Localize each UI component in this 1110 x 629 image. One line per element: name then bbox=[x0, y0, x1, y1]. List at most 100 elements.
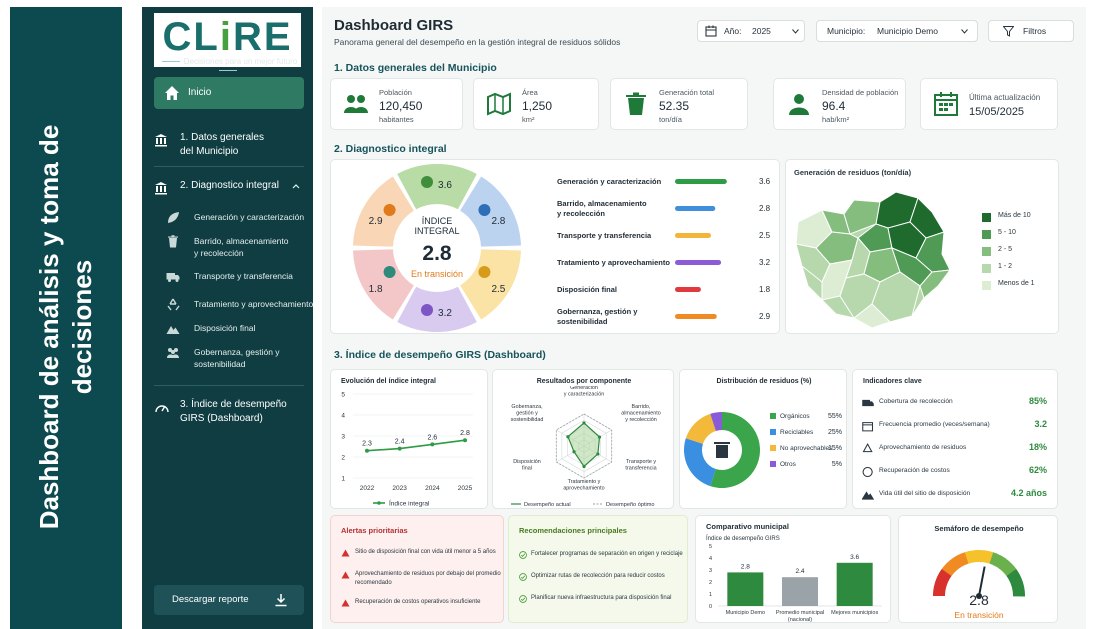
download-icon bbox=[275, 594, 287, 607]
recommendation-text: Fortalecer programas de separación en or… bbox=[531, 551, 683, 557]
recommendation-text: Optimizar rutas de recolección para redu… bbox=[531, 573, 665, 579]
component-bar bbox=[675, 260, 722, 265]
institution-icon bbox=[155, 134, 167, 147]
section-1-title: 1. Datos generales del Municipio bbox=[334, 62, 497, 74]
calendar-icon bbox=[934, 92, 958, 116]
leaf-icon bbox=[168, 212, 179, 223]
radar-axis-label: Transporte y bbox=[626, 459, 656, 465]
distribution-slice bbox=[685, 413, 716, 444]
warning-icon bbox=[341, 571, 350, 579]
y-tick-label: 2 bbox=[341, 455, 345, 462]
y-tick-label: 5 bbox=[341, 392, 345, 399]
radar-axis-label: almacenamiento bbox=[621, 411, 661, 417]
comparative-category-label: Promedio municipal bbox=[776, 610, 824, 616]
y-tick-label: 5 bbox=[709, 544, 712, 550]
component-bar bbox=[675, 179, 727, 184]
trash-icon bbox=[626, 92, 646, 115]
data-point bbox=[397, 446, 402, 451]
radar-series-actual bbox=[567, 422, 601, 468]
map-legend-item: 1 - 2 bbox=[982, 263, 1058, 275]
chevron-up-icon bbox=[292, 184, 300, 189]
download-report-button[interactable]: Descargar reporte bbox=[154, 585, 304, 615]
section-2-title: 2. Diagnostico integral bbox=[334, 143, 447, 155]
kpi-densidad: Densidad de población 96.4 hab/km² bbox=[773, 78, 906, 130]
map-legend-label: 5 - 10 bbox=[998, 229, 1016, 236]
recommendations-card: Recomendaciones principales Fortalecer p… bbox=[508, 515, 688, 623]
kpi-area: Área 1,250 km² bbox=[473, 78, 599, 130]
component-bar-value: 2.5 bbox=[759, 231, 771, 240]
donut-segment-value: 2.9 bbox=[369, 216, 383, 227]
truck-icon bbox=[166, 273, 180, 282]
mountain-icon bbox=[166, 326, 180, 334]
comparative-bar-value: 2.4 bbox=[795, 568, 804, 575]
distribution-title: Distribución de residuos (%) bbox=[716, 378, 812, 385]
component-bar-label: y recolección bbox=[557, 209, 605, 218]
diagnostico-card: ÍNDICE INTEGRAL 2.8 En transición 3.6 2.8 2… bbox=[330, 159, 780, 334]
radar-point bbox=[572, 450, 576, 454]
comparative-bar bbox=[727, 572, 764, 606]
indicator-label: Vida útil del sitio de disposición bbox=[879, 490, 971, 497]
map-legend-swatch bbox=[982, 230, 991, 239]
map-legend-item: 2 - 5 bbox=[982, 246, 1058, 258]
component-bar-label: Disposición final bbox=[557, 285, 617, 294]
donut-segment-value: 1.8 bbox=[369, 284, 383, 295]
gauge-title: Semáforo de desempeño bbox=[934, 524, 1024, 533]
comparative-bar bbox=[836, 562, 873, 606]
map-legend-label: 2 - 5 bbox=[998, 246, 1013, 253]
radar-axis-label: Barrido, bbox=[632, 404, 651, 410]
radar-point bbox=[582, 464, 586, 469]
comparative-category-label: Municipio Demo bbox=[726, 610, 765, 616]
component-bar bbox=[675, 314, 717, 319]
alert-text: Aprovechamiento de residuos por debajo d… bbox=[355, 571, 501, 577]
filters-button[interactable]: Filtros bbox=[988, 20, 1074, 42]
component-bar bbox=[675, 206, 716, 211]
comparative-bar-value: 2.8 bbox=[741, 563, 750, 570]
municipio-select[interactable]: Municipio: Municipio Demo bbox=[816, 20, 978, 42]
component-bar-label: Gobernanza, gestión y bbox=[557, 307, 638, 316]
indicator-row: Vida útil del sitio de disposición 4.2 añ… bbox=[853, 488, 1059, 503]
component-bar-label: Barrido, almacenamiento bbox=[557, 199, 647, 208]
indicator-label: Aprovechamiento de residuos bbox=[879, 444, 967, 451]
calendar-icon bbox=[705, 25, 717, 37]
component-bar bbox=[675, 287, 701, 292]
filter-icon bbox=[1003, 26, 1014, 37]
distribution-legend-swatch bbox=[770, 413, 776, 419]
map-legend-label: Menos de 1 bbox=[998, 280, 1035, 287]
check-circle-icon bbox=[519, 595, 527, 603]
y-tick-label: 1 bbox=[709, 592, 712, 598]
comparative-bar-value: 3.6 bbox=[850, 554, 859, 561]
map-icon bbox=[487, 92, 511, 116]
indicator-value: 62% bbox=[1028, 465, 1047, 475]
distribution-legend-swatch bbox=[770, 461, 776, 467]
trash-icon bbox=[168, 235, 178, 248]
page-title: Dashboard GIRS bbox=[334, 17, 454, 34]
sidebar: CLiRE Decisiones para un mejor futuro In… bbox=[142, 7, 313, 629]
sidebar-item-inicio[interactable]: Inicio bbox=[154, 77, 304, 109]
radar-axis-label: transferencia bbox=[625, 466, 656, 472]
data-point bbox=[463, 438, 467, 443]
component-bar bbox=[675, 233, 711, 238]
x-tick-label: 2025 bbox=[458, 485, 473, 492]
radar-axis-label: gestión y bbox=[516, 411, 538, 417]
recycle-icon bbox=[167, 298, 180, 311]
group-icon bbox=[167, 348, 179, 358]
distribution-legend-label: Reciclables bbox=[780, 429, 814, 436]
indicator-value: 18% bbox=[1028, 442, 1047, 452]
indicator-row: Recuperación de costos 62% bbox=[853, 465, 1059, 480]
component-bar-value: 2.8 bbox=[759, 204, 771, 213]
kpi-poblacion: Población 120,450 habitantes bbox=[330, 78, 463, 130]
y-tick-label: 1 bbox=[341, 476, 345, 483]
radar-axis-label: Tratamiento y bbox=[568, 479, 601, 485]
year-select[interactable]: Año: 2025 bbox=[697, 20, 805, 42]
page-subtitle: Panorama general del desempeño en la ges… bbox=[334, 37, 621, 47]
map-title: Generación de residuos (ton/día) bbox=[794, 168, 912, 177]
distribution-legend-label: Otros bbox=[780, 461, 797, 468]
indicator-row: Frecuencia promedio (veces/semana) 3.2 bbox=[853, 419, 1059, 434]
y-tick-label: 0 bbox=[709, 604, 712, 610]
y-tick-label: 3 bbox=[709, 568, 712, 574]
radar-axis-label: sostenibilidad bbox=[511, 417, 544, 423]
main-panel: Dashboard GIRS Panorama general del dese… bbox=[322, 7, 1086, 629]
donut-segment-value: 2.5 bbox=[491, 284, 505, 295]
gauge-icon bbox=[155, 405, 169, 413]
map-legend-item: Menos de 1 bbox=[982, 280, 1058, 292]
